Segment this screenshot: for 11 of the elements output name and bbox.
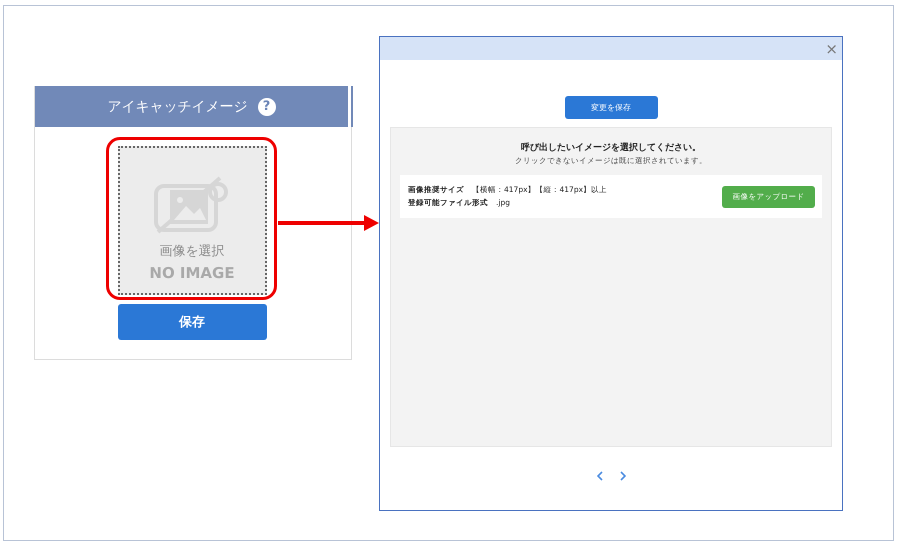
image-placeholder[interactable]: 画像を選択 NO IMAGE xyxy=(118,146,266,295)
close-button[interactable]: × xyxy=(821,40,842,58)
save-button[interactable]: 保存 xyxy=(118,304,266,340)
save-changes-button[interactable]: 変更を保存 xyxy=(564,96,658,119)
panel-title: アイキャッチイメージ xyxy=(108,98,248,116)
next-icon[interactable] xyxy=(620,471,626,481)
placeholder-label: 画像を選択 xyxy=(160,243,224,260)
help-icon[interactable]: ? xyxy=(258,98,276,116)
prompt-text: 呼び出したいイメージを選択してください。 xyxy=(521,141,701,154)
previous-icon[interactable] xyxy=(596,471,602,481)
placeholder-watermark: NO IMAGE xyxy=(149,264,235,282)
